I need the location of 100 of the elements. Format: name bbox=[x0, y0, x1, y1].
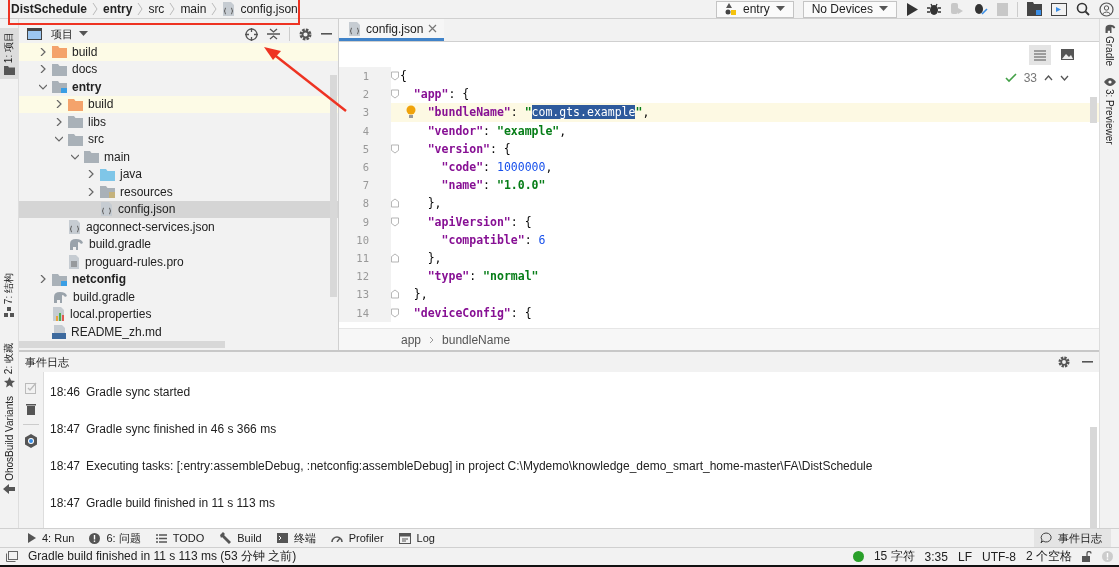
image-icon[interactable] bbox=[1061, 49, 1074, 60]
settings-icon[interactable] bbox=[1058, 356, 1070, 368]
folder-grid-icon[interactable] bbox=[1027, 2, 1042, 16]
scrollbar[interactable] bbox=[330, 75, 337, 297]
tree-row[interactable]: build bbox=[19, 43, 338, 61]
user-icon[interactable] bbox=[1099, 1, 1114, 17]
json-file-icon bbox=[68, 219, 81, 234]
chevron-right-icon[interactable] bbox=[39, 47, 47, 56]
check-icon bbox=[1004, 73, 1017, 83]
tool-window-button[interactable]: 6: 问题 bbox=[83, 529, 150, 547]
tree-row[interactable]: local.properties bbox=[19, 305, 338, 323]
trash-icon[interactable] bbox=[26, 403, 36, 415]
editor-tab[interactable]: config.json bbox=[339, 19, 445, 41]
run-config-dropdown[interactable]: entry bbox=[715, 0, 794, 18]
tree-row[interactable]: build.gradle bbox=[19, 235, 338, 253]
chevron-right-icon[interactable] bbox=[39, 65, 47, 74]
tree-row[interactable]: agconnect-services.json bbox=[19, 218, 338, 236]
window-icon[interactable] bbox=[6, 551, 18, 562]
chevron-right-icon[interactable] bbox=[55, 100, 63, 109]
chevron-down-icon[interactable] bbox=[71, 152, 79, 161]
checkbox-icon[interactable] bbox=[25, 382, 37, 394]
tree-row[interactable]: proguard-rules.pro bbox=[19, 253, 338, 271]
tree-row[interactable]: netconfig bbox=[19, 270, 338, 288]
file-encoding[interactable]: UTF-8 bbox=[982, 549, 1016, 564]
tool-window-tab[interactable]: 2: 收藏 bbox=[0, 339, 18, 393]
device-dropdown[interactable]: No Devices bbox=[802, 0, 897, 18]
folder-icon bbox=[52, 80, 67, 94]
chevron-right-icon[interactable] bbox=[39, 275, 47, 284]
crosshair-icon[interactable] bbox=[245, 27, 258, 41]
breadcrumb-item[interactable]: app bbox=[401, 332, 422, 347]
tool-window-button[interactable]: Profiler bbox=[324, 529, 393, 547]
tool-window-button[interactable]: 4: Run bbox=[22, 529, 84, 547]
folder-icon bbox=[68, 115, 83, 129]
chevron-down-icon[interactable] bbox=[55, 135, 63, 144]
chevron-right-icon[interactable] bbox=[87, 187, 95, 196]
bug-icon[interactable] bbox=[927, 2, 941, 16]
tool-window-tab[interactable]: 3: Previewer bbox=[1103, 78, 1116, 145]
tree-row[interactable]: config.json bbox=[19, 200, 338, 218]
close-icon[interactable] bbox=[428, 24, 438, 33]
screen-icon[interactable] bbox=[1051, 2, 1067, 16]
tree-row[interactable]: build.gradle bbox=[19, 288, 338, 306]
breadcrumb-item[interactable]: bundleName bbox=[442, 332, 511, 347]
scrollbar[interactable] bbox=[19, 341, 225, 348]
folder-icon bbox=[100, 167, 115, 181]
minimize-icon[interactable] bbox=[321, 32, 332, 36]
breadcrumb-item[interactable]: entry bbox=[103, 2, 133, 16]
project-view-dropdown[interactable]: 项目 bbox=[51, 26, 88, 42]
breadcrumb-item[interactable]: src bbox=[148, 2, 165, 16]
tree-row[interactable]: src bbox=[19, 130, 338, 148]
tree-row[interactable]: main bbox=[19, 148, 338, 166]
code-line: { bbox=[399, 69, 407, 84]
minimize-icon[interactable] bbox=[1082, 360, 1093, 364]
tool-window-tab[interactable]: 1: 项目 bbox=[0, 28, 18, 80]
list-view-icon[interactable] bbox=[1029, 44, 1051, 65]
lock-icon[interactable] bbox=[1082, 551, 1092, 562]
folder-icon bbox=[84, 150, 99, 164]
line-separator[interactable]: LF bbox=[957, 549, 972, 564]
hexagon-icon[interactable] bbox=[24, 434, 38, 448]
event-log-button[interactable]: 事件日志 bbox=[1034, 529, 1111, 547]
breadcrumb-item[interactable]: config.json bbox=[240, 2, 298, 16]
tool-window-button[interactable]: 终端 bbox=[270, 529, 325, 547]
tree-row[interactable]: build bbox=[19, 95, 338, 113]
tree-label: java bbox=[120, 167, 142, 182]
chevron-right-icon[interactable] bbox=[87, 170, 95, 179]
run-icon[interactable] bbox=[906, 2, 918, 16]
collapse-all-icon[interactable] bbox=[267, 28, 280, 40]
chevron-up-icon[interactable] bbox=[1044, 75, 1053, 81]
tool-window-button[interactable]: Build bbox=[213, 529, 271, 547]
folder-icon bbox=[68, 97, 83, 111]
indent-setting[interactable]: 2 个空格 bbox=[1026, 548, 1072, 565]
cursor-position[interactable]: 3:35 bbox=[924, 549, 948, 564]
bug-sync-icon[interactable] bbox=[973, 2, 988, 16]
tree-label: libs bbox=[88, 114, 106, 129]
tool-window-button[interactable]: Log bbox=[392, 529, 444, 547]
tool-window-tab[interactable]: 7: 结构 bbox=[0, 268, 18, 321]
chevron-down-icon[interactable] bbox=[1060, 75, 1069, 81]
settings-icon[interactable] bbox=[299, 27, 312, 41]
tree-row[interactable]: libs bbox=[19, 113, 338, 131]
breadcrumb-item[interactable]: main bbox=[180, 2, 207, 16]
tool-window-tab[interactable]: OhosBuild Variants bbox=[0, 392, 18, 498]
tree-row[interactable]: docs bbox=[19, 60, 338, 78]
json-file-icon bbox=[348, 21, 361, 36]
tree-row[interactable]: java bbox=[19, 165, 338, 183]
line-number: 3 bbox=[339, 103, 391, 122]
selection-count[interactable]: 15 字符 bbox=[873, 548, 915, 565]
tool-window-button[interactable]: TODO bbox=[149, 529, 214, 547]
inspection-count[interactable]: 33 bbox=[1023, 71, 1037, 85]
search-icon[interactable] bbox=[1076, 2, 1090, 16]
scrollbar[interactable] bbox=[1090, 97, 1097, 123]
tree-row[interactable]: entry bbox=[19, 78, 338, 96]
tree-label: README_zh.md bbox=[71, 324, 162, 339]
chevron-right-icon[interactable] bbox=[55, 117, 63, 126]
lightbulb-icon[interactable] bbox=[406, 105, 416, 119]
tool-window-tab[interactable]: Gradle bbox=[1103, 24, 1116, 66]
breadcrumb-item[interactable]: DistSchedule bbox=[11, 2, 88, 16]
tree-row[interactable]: README_zh.md bbox=[19, 323, 338, 341]
code-line: "apiVersion": { bbox=[426, 214, 532, 229]
chevron-down-icon[interactable] bbox=[39, 82, 47, 91]
tree-row[interactable]: resources bbox=[19, 183, 338, 201]
scrollbar[interactable] bbox=[1090, 427, 1097, 529]
